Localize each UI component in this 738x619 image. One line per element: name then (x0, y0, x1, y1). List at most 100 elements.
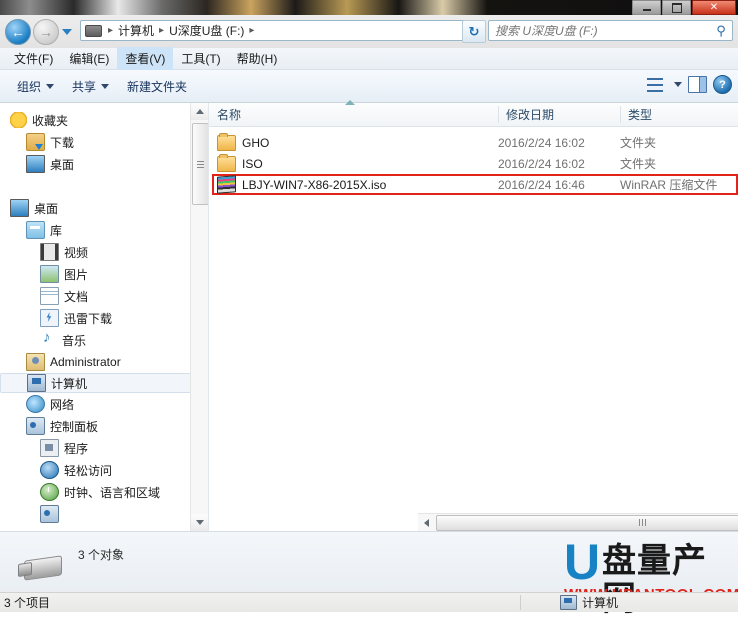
nav-item-videos[interactable]: 视频 (0, 241, 208, 263)
help-icon[interactable]: ? (713, 75, 732, 94)
file-rows: GHO 2016/2/24 16:02 文件夹 ISO 2016/2/24 16… (209, 127, 738, 195)
file-list-pane: 名称 修改日期 类型 GHO 2016/2/24 16:02 文件夹 ISO 2… (209, 100, 738, 531)
scrollbar-thumb[interactable] (192, 123, 208, 205)
close-button[interactable]: ✕ (692, 0, 736, 15)
status-location: 计算机 (560, 594, 618, 611)
navigation-scrollbar[interactable] (190, 103, 208, 531)
nav-item-label: 轻松访问 (64, 463, 113, 478)
nav-item-label: 图片 (64, 267, 89, 282)
nav-item-partial[interactable] (0, 503, 208, 525)
minimize-button[interactable] (632, 0, 661, 15)
new-folder-button[interactable]: 新建文件夹 (118, 74, 196, 99)
ease-of-access-icon (40, 461, 59, 479)
change-view-icon[interactable] (647, 77, 663, 92)
toolbar-right-group: ? (647, 75, 732, 94)
computer-icon (27, 374, 46, 392)
menu-item-tools[interactable]: 工具(T) (173, 47, 228, 70)
refresh-button[interactable]: ↻ (462, 20, 486, 43)
search-icon: ⚲ (716, 22, 726, 38)
nav-item-programs[interactable]: 程序 (0, 437, 208, 459)
recent-pages-dropdown-icon[interactable] (62, 29, 72, 35)
programs-icon (40, 439, 59, 457)
table-row[interactable]: ISO 2016/2/24 16:02 文件夹 (209, 153, 738, 174)
nav-item-label: 下载 (50, 135, 75, 150)
desktop-icon (26, 155, 45, 173)
scroll-up-button[interactable] (191, 103, 208, 120)
search-input[interactable] (489, 22, 710, 39)
address-bar[interactable]: ▸ 计算机 ▸ U深度U盘 (F:) ▸ (80, 20, 478, 41)
nav-item-music[interactable]: 音乐 (0, 329, 208, 351)
file-date-cell: 2016/2/24 16:02 (498, 156, 585, 171)
chevron-down-icon (101, 83, 110, 89)
file-name-cell[interactable]: GHO (217, 132, 269, 151)
nav-item-thunder-download[interactable]: 迅雷下载 (0, 307, 208, 329)
nav-item-desktop-fav[interactable]: 桌面 (0, 153, 208, 175)
navigation-pane: 收藏夹 下载 桌面 桌面 库 视频 图片 文档 迅雷下载 ♪ 音乐 Admini… (0, 103, 209, 531)
menu-item-file[interactable]: 文件(F) (6, 47, 61, 70)
scrollbar-thumb[interactable] (436, 514, 738, 531)
nav-item-computer[interactable]: 计算机 (0, 373, 202, 393)
scroll-down-button[interactable] (191, 514, 208, 531)
nav-item-label: 音乐 (62, 333, 87, 348)
menu-item-help[interactable]: 帮助(H) (229, 47, 286, 70)
column-header-name[interactable]: 名称 (209, 103, 498, 126)
nav-item-network[interactable]: 网络 (0, 393, 208, 415)
file-name-cell[interactable]: ISO (217, 153, 263, 172)
chevron-down-icon[interactable] (674, 82, 682, 87)
nav-item-administrator[interactable]: Administrator (0, 351, 208, 373)
nav-item-label: 程序 (64, 441, 89, 456)
command-toolbar: 组织 共享 新建文件夹 ? (0, 70, 738, 103)
control-panel-icon (40, 505, 59, 523)
window-controls: ✕ (632, 0, 736, 15)
back-button[interactable]: ← (5, 19, 31, 45)
clock-icon (40, 483, 59, 501)
file-name-label: ISO (242, 156, 263, 171)
menu-item-edit[interactable]: 编辑(E) (61, 47, 117, 70)
file-name-cell[interactable]: LBJY-WIN7-X86-2015X.iso (217, 175, 386, 194)
nav-item-ease-of-access[interactable]: 轻松访问 (0, 459, 208, 481)
nav-item-label: Administrator (50, 355, 121, 369)
preview-pane-icon[interactable] (688, 76, 707, 93)
refresh-icon: ↻ (468, 23, 480, 39)
nav-item-clock-language-region[interactable]: 时钟、语言和区域 (0, 481, 208, 503)
nav-item-documents[interactable]: 文档 (0, 285, 208, 307)
file-date-cell: 2016/2/24 16:46 (498, 177, 585, 192)
nav-item-pictures[interactable]: 图片 (0, 263, 208, 285)
nav-item-label: 收藏夹 (32, 113, 69, 128)
breadcrumb-item-drive[interactable]: U深度U盘 (F:) (167, 22, 246, 39)
breadcrumb-separator[interactable]: ▸ (156, 25, 167, 36)
maximize-button[interactable] (662, 0, 691, 15)
nav-item-favorites[interactable]: 收藏夹 (0, 109, 208, 131)
forward-button[interactable]: → (33, 19, 59, 45)
breadcrumb-separator[interactable]: ▸ (105, 25, 116, 36)
breadcrumb-separator[interactable]: ▸ (246, 25, 257, 36)
nav-item-label: 时钟、语言和区域 (64, 485, 161, 500)
nav-item-downloads[interactable]: 下载 (0, 131, 208, 153)
breadcrumb-item-computer[interactable]: 计算机 (116, 22, 156, 39)
organize-button[interactable]: 组织 (8, 74, 63, 99)
thunder-download-icon (40, 309, 59, 327)
back-arrow-icon: ← (11, 24, 25, 40)
star-icon (10, 112, 27, 128)
nav-item-label: 库 (50, 223, 63, 238)
search-box[interactable]: ⚲ (488, 20, 733, 41)
table-row[interactable]: LBJY-WIN7-X86-2015X.iso 2016/2/24 16:46 … (209, 174, 738, 195)
share-button[interactable]: 共享 (63, 74, 118, 99)
library-icon (26, 221, 45, 239)
nav-item-label: 迅雷下载 (64, 311, 113, 326)
table-row[interactable]: GHO 2016/2/24 16:02 文件夹 (209, 132, 738, 153)
file-type-cell: 文件夹 (620, 157, 657, 171)
column-header-type[interactable]: 类型 (620, 103, 738, 126)
nav-item-libraries[interactable]: 库 (0, 219, 208, 241)
menu-item-view[interactable]: 查看(V) (117, 47, 174, 70)
nav-item-desktop[interactable]: 桌面 (0, 197, 208, 219)
column-header-date[interactable]: 修改日期 (498, 103, 620, 126)
scroll-left-button[interactable] (418, 515, 435, 531)
control-panel-icon (26, 417, 45, 435)
address-bar-row: ← → ▸ 计算机 ▸ U深度U盘 (F:) ▸ ↻ ⚲ (0, 15, 738, 48)
usb-drive-icon (18, 554, 64, 581)
nav-item-control-panel[interactable]: 控制面板 (0, 415, 208, 437)
pictures-icon (40, 265, 59, 283)
file-list-horizontal-scrollbar[interactable] (418, 513, 738, 531)
